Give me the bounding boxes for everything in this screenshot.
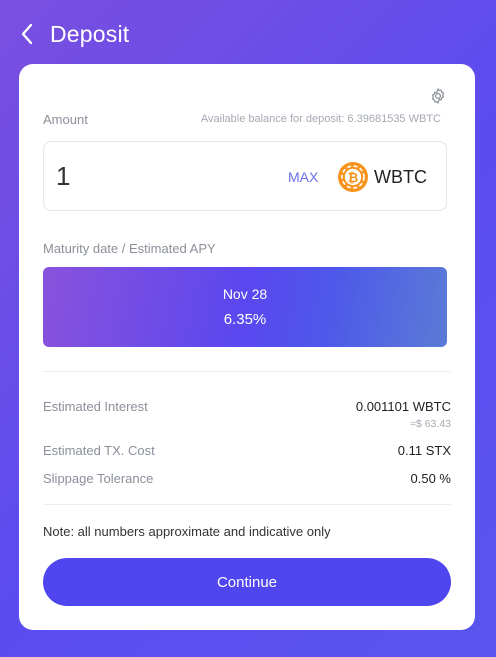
page-title: Deposit: [50, 20, 130, 47]
header: Deposit: [20, 18, 129, 50]
max-button[interactable]: MAX: [288, 169, 318, 185]
token-name: WBTC: [374, 166, 427, 187]
tx-cost-value: 0.11 STX: [397, 443, 451, 458]
settings-button[interactable]: [429, 87, 447, 105]
back-button[interactable]: [20, 18, 42, 50]
amount-label: Amount: [43, 112, 88, 127]
deposit-card: Amount Available balance for deposit: 6.…: [19, 64, 475, 630]
gear-icon: [431, 88, 445, 104]
maturity-date: Nov 28: [222, 286, 268, 302]
maturity-label: Maturity date / Estimated APY: [43, 241, 216, 256]
available-balance: Available balance for deposit: 6.3968153…: [200, 113, 441, 125]
interest-value: 0.001101 WBTC: [355, 399, 451, 414]
continue-button[interactable]: Continue: [43, 558, 451, 606]
divider: [43, 371, 451, 372]
amount-field: MAX ₿ WBTC: [43, 141, 447, 211]
estimated-apy: 6.35%: [223, 311, 267, 328]
chevron-left-icon: [21, 23, 33, 45]
slippage-label: Slippage Tolerance: [43, 471, 154, 486]
divider: [43, 504, 451, 505]
interest-label: Estimated Interest: [43, 399, 148, 414]
slippage-value: 0.50 %: [410, 471, 451, 486]
disclaimer-note: Note: all numbers approximate and indica…: [43, 524, 331, 539]
token-selector[interactable]: ₿ WBTC: [337, 160, 427, 194]
amount-input[interactable]: [56, 158, 236, 194]
maturity-option[interactable]: Nov 28 6.35%: [43, 267, 447, 347]
bitcoin-icon: ₿: [338, 162, 368, 192]
svg-text:₿: ₿: [348, 171, 359, 186]
tx-cost-label: Estimated TX. Cost: [43, 443, 155, 458]
interest-usd-value: ≈$ 63.43: [410, 418, 451, 430]
